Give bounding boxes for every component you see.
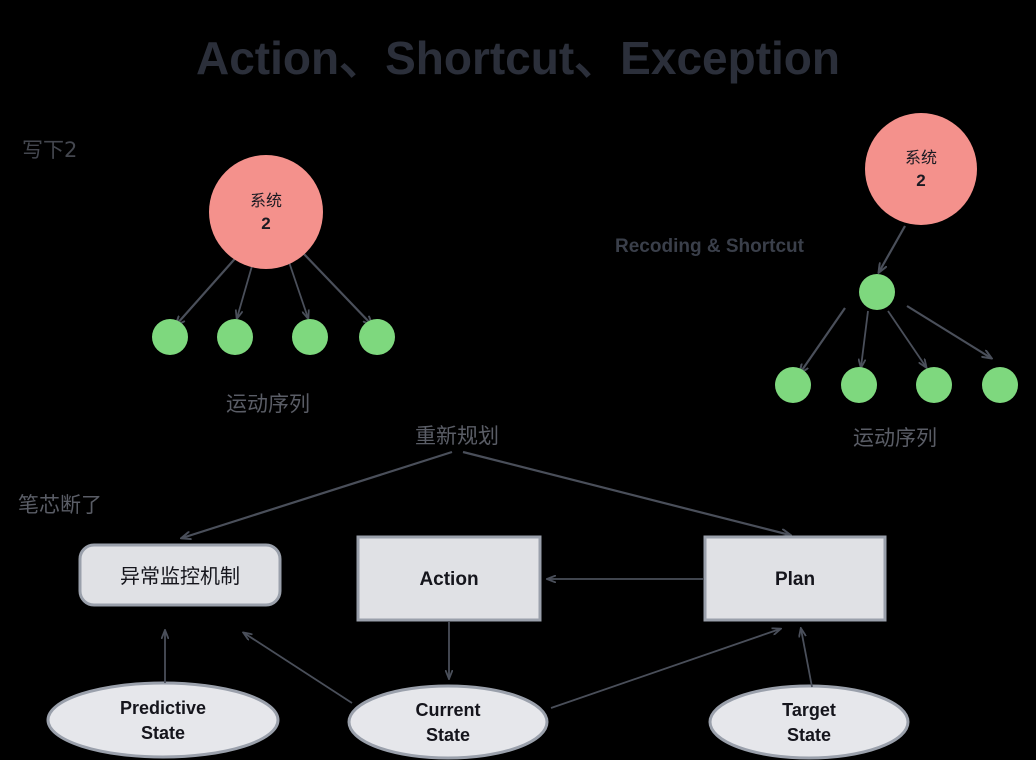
target-to-plan-edge	[801, 629, 813, 688]
replan-label: 重新规划	[415, 424, 499, 448]
right-root-label-line2: 2	[916, 171, 925, 190]
left-tree-leaf-1	[152, 319, 188, 355]
left-tree-leaf-2	[217, 319, 253, 355]
left-tree-leaf-3	[292, 319, 328, 355]
right-tree-leaf-4	[982, 367, 1018, 403]
left-tree-leaf-4	[359, 319, 395, 355]
current-to-monitor-edge	[244, 633, 353, 704]
right-tree-leaf-1	[775, 367, 811, 403]
box-plan-label: Plan	[775, 569, 815, 590]
right-tree-annotation: Recoding & Shortcut	[615, 236, 805, 257]
left-tree-root-circle	[209, 155, 323, 269]
ellipse-target-line2: State	[787, 725, 831, 745]
left-tree-annotation: 写下2	[22, 138, 77, 162]
ellipse-current-line1: Current	[415, 700, 480, 720]
replan-to-plan-edge	[462, 450, 790, 535]
replan-to-monitor-edge	[182, 450, 453, 538]
ellipse-predictive-line1: Predictive	[120, 698, 206, 718]
ellipse-current-state[interactable]	[347, 684, 549, 760]
diagram-canvas: Action、Shortcut、Exception 写下2 系统 2 运动序列 …	[0, 0, 1036, 760]
right-tree-root-edge	[879, 225, 906, 272]
box-action-label: Action	[419, 569, 478, 590]
ellipse-current-line2: State	[426, 725, 470, 745]
right-tree-mid-node	[859, 274, 895, 310]
ellipse-predictive-state[interactable]	[46, 681, 280, 759]
left-root-label-line1: 系统	[250, 191, 282, 210]
ellipse-target-state[interactable]	[708, 684, 910, 760]
left-tree-caption: 运动序列	[226, 392, 310, 416]
exception-label: 笔芯断了	[18, 493, 102, 517]
right-tree-leaf-3	[916, 367, 952, 403]
right-tree-leaf-2	[841, 367, 877, 403]
page-title: Action、Shortcut、Exception	[196, 32, 840, 84]
right-root-label-line1: 系统	[905, 148, 937, 167]
ellipse-predictive-line2: State	[141, 723, 185, 743]
box-monitor-label: 异常监控机制	[120, 564, 240, 588]
diagram-svg: Action、Shortcut、Exception 写下2 系统 2 运动序列 …	[18, 32, 1018, 760]
right-tree-edges	[800, 305, 991, 373]
right-tree-root-circle	[865, 113, 977, 225]
ellipse-target-line1: Target	[782, 700, 836, 720]
right-tree-caption: 运动序列	[853, 426, 937, 450]
left-root-label-line2: 2	[261, 214, 270, 233]
